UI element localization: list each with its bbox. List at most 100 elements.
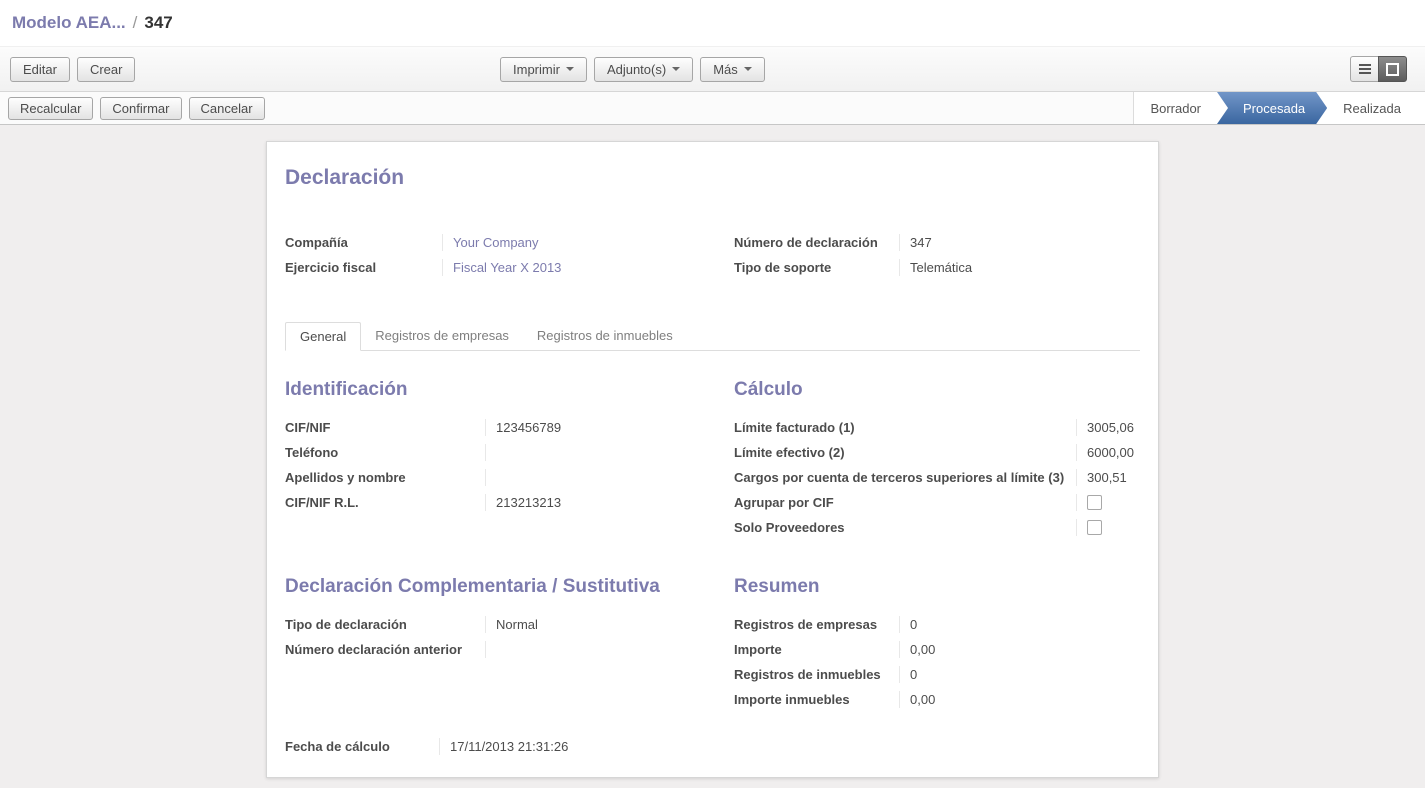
company-value: Your Company <box>442 234 734 251</box>
notebook-tabs: General Registros de empresas Registros … <box>285 322 1140 351</box>
importe-inmuebles-label: Importe inmuebles <box>734 692 899 707</box>
solo-proveedores-checkbox[interactable] <box>1087 520 1102 535</box>
field-row: Tipo de soporte Telemática <box>734 255 1140 280</box>
agrupar-por-cif-label: Agrupar por CIF <box>734 495 1076 510</box>
action-buttons: Recalcular Confirmar Cancelar <box>0 92 265 124</box>
breadcrumb-bar: Modelo AEA... / 347 <box>0 0 1425 47</box>
attachments-menu-label: Adjunto(s) <box>607 62 666 77</box>
recalculate-button[interactable]: Recalcular <box>8 97 93 120</box>
status-borrador[interactable]: Borrador <box>1134 92 1217 124</box>
field-row: Fecha de cálculo 17/11/2013 21:31:26 <box>285 734 734 759</box>
form-icon <box>1386 63 1399 76</box>
apellidos-nombre-label: Apellidos y nombre <box>285 470 485 485</box>
print-menu-button[interactable]: Imprimir <box>500 57 587 82</box>
company-link[interactable]: Your Company <box>453 235 539 250</box>
statusbar: Borrador Procesada Realizada <box>1133 92 1425 124</box>
limite-efectivo-value: 6000,00 <box>1076 444 1140 461</box>
declaration-number-value: 347 <box>899 234 1140 251</box>
form-view-area: Declaración Compañía Your Company Ejerci… <box>0 125 1425 788</box>
breadcrumb-separator: / <box>133 13 138 33</box>
status-procesada[interactable]: Procesada <box>1217 92 1327 124</box>
form-view-button[interactable] <box>1378 56 1407 82</box>
more-menu-button[interactable]: Más <box>700 57 765 82</box>
fecha-calculo-label: Fecha de cálculo <box>285 739 439 754</box>
cif-nif-rl-label: CIF/NIF R.L. <box>285 495 485 510</box>
field-row: Solo Proveedores <box>734 515 1140 540</box>
cif-nif-value: 123456789 <box>485 419 734 436</box>
tipo-declaracion-label: Tipo de declaración <box>285 617 485 632</box>
attachments-menu-button[interactable]: Adjunto(s) <box>594 57 693 82</box>
action-bar: Recalcular Confirmar Cancelar Borrador P… <box>0 92 1425 125</box>
calculo-title: Cálculo <box>734 379 1140 401</box>
confirm-button[interactable]: Confirmar <box>100 97 181 120</box>
declaration-number-label: Número de declaración <box>734 235 899 250</box>
registros-inmuebles-label: Registros de inmuebles <box>734 667 899 682</box>
tab-registros-empresas[interactable]: Registros de empresas <box>361 322 523 351</box>
cargos-terceros-label: Cargos por cuenta de terceros superiores… <box>734 470 1076 485</box>
caret-down-icon <box>672 67 680 71</box>
identificacion-title: Identificación <box>285 379 734 401</box>
resumen-group: Resumen Registros de empresas 0 Importe … <box>734 576 1140 712</box>
support-type-value: Telemática <box>899 259 1140 276</box>
edit-button[interactable]: Editar <box>10 57 70 82</box>
section-complementaria-resumen: Declaración Complementaria / Sustitutiva… <box>285 576 1140 712</box>
agrupar-por-cif-checkbox[interactable] <box>1087 495 1102 510</box>
header-right-group: Número de declaración 347 Tipo de soport… <box>734 230 1140 280</box>
field-row: Límite efectivo (2) 6000,00 <box>734 440 1140 465</box>
field-row: Número declaración anterior <box>285 637 734 662</box>
status-realizada[interactable]: Realizada <box>1327 92 1417 124</box>
field-row: Compañía Your Company <box>285 230 734 255</box>
field-row: Registros de inmuebles 0 <box>734 662 1140 687</box>
fecha-calculo-value: 17/11/2013 21:31:26 <box>439 738 734 755</box>
tab-general[interactable]: General <box>285 322 361 351</box>
fiscalyear-link[interactable]: Fiscal Year X 2013 <box>453 260 561 275</box>
form-sheet: Declaración Compañía Your Company Ejerci… <box>266 141 1159 778</box>
resumen-title: Resumen <box>734 576 1140 598</box>
importe-label: Importe <box>734 642 899 657</box>
view-switcher <box>1350 56 1407 82</box>
field-row: Registros de empresas 0 <box>734 612 1140 637</box>
breadcrumb-current: 347 <box>144 13 172 33</box>
print-menu-label: Imprimir <box>513 62 560 77</box>
breadcrumb-parent-link[interactable]: Modelo AEA... <box>12 13 126 33</box>
list-view-button[interactable] <box>1350 56 1379 82</box>
field-row: Importe 0,00 <box>734 637 1140 662</box>
numero-declaracion-anterior-label: Número declaración anterior <box>285 642 485 657</box>
tab-registros-inmuebles[interactable]: Registros de inmuebles <box>523 322 687 351</box>
field-row: Tipo de declaración Normal <box>285 612 734 637</box>
field-row: Ejercicio fiscal Fiscal Year X 2013 <box>285 255 734 280</box>
registros-empresas-value: 0 <box>899 616 1140 633</box>
complementaria-title: Declaración Complementaria / Sustitutiva <box>285 576 734 598</box>
cargos-terceros-value: 300,51 <box>1076 469 1140 486</box>
limite-facturado-label: Límite facturado (1) <box>734 420 1076 435</box>
header-left-group: Compañía Your Company Ejercicio fiscal F… <box>285 230 734 280</box>
cancel-button[interactable]: Cancelar <box>189 97 265 120</box>
telefono-value <box>485 444 734 461</box>
field-row: Límite facturado (1) 3005,06 <box>734 415 1140 440</box>
caret-down-icon <box>744 67 752 71</box>
field-row: CIF/NIF 123456789 <box>285 415 734 440</box>
field-row: Teléfono <box>285 440 734 465</box>
tab-general-pane: Identificación CIF/NIF 123456789 Teléfon… <box>285 351 1140 759</box>
registros-empresas-label: Registros de empresas <box>734 617 899 632</box>
apellidos-nombre-value <box>485 469 734 486</box>
fiscalyear-value: Fiscal Year X 2013 <box>442 259 734 276</box>
telefono-label: Teléfono <box>285 445 485 460</box>
field-row: Agrupar por CIF <box>734 490 1140 515</box>
numero-declaracion-anterior-value <box>485 641 734 658</box>
complementaria-group: Declaración Complementaria / Sustitutiva… <box>285 576 734 712</box>
solo-proveedores-label: Solo Proveedores <box>734 520 1076 535</box>
create-button[interactable]: Crear <box>77 57 136 82</box>
caret-down-icon <box>566 67 574 71</box>
tipo-declaracion-value: Normal <box>485 616 734 633</box>
calculo-group: Cálculo Límite facturado (1) 3005,06 Lím… <box>734 379 1140 540</box>
field-row: Número de declaración 347 <box>734 230 1140 255</box>
limite-efectivo-label: Límite efectivo (2) <box>734 445 1076 460</box>
support-type-label: Tipo de soporte <box>734 260 899 275</box>
company-label: Compañía <box>285 235 442 250</box>
solo-proveedores-cell <box>1076 519 1140 536</box>
header-fields: Compañía Your Company Ejercicio fiscal F… <box>285 230 1140 280</box>
field-row: Importe inmuebles 0,00 <box>734 687 1140 712</box>
toolbar-center-group: Imprimir Adjunto(s) Más <box>500 47 765 91</box>
registros-inmuebles-value: 0 <box>899 666 1140 683</box>
